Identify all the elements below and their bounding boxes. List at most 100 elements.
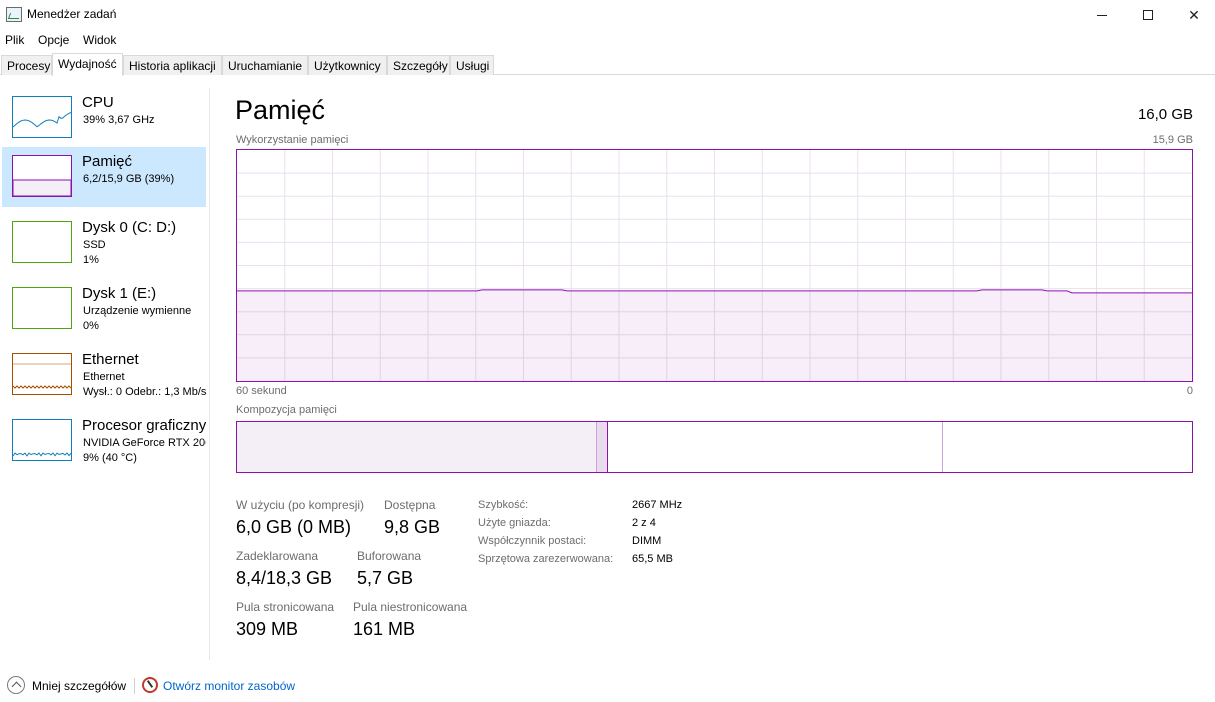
detail-form-factor-label: Współczynnik postaci:: [478, 535, 587, 547]
tab-processes[interactable]: Procesy: [1, 55, 52, 75]
sidebar-item-subtitle: SSD: [83, 239, 106, 251]
sidebar-item-title: Pamięć: [82, 153, 133, 170]
stat-label: Dostępna: [384, 498, 436, 512]
sidebar-item-disk-0[interactable]: Dysk 0 (C: D:) SSD 1%: [2, 213, 206, 273]
sidebar-item-value: 9% (40 °C): [83, 452, 137, 464]
stat-label: Pula niestronicowana: [353, 600, 468, 614]
thumbnail-fill: [13, 179, 71, 196]
memory-usage-graph: [236, 149, 1193, 382]
stat-value: 5,7 GB: [357, 568, 414, 588]
sidebar-item-subtitle: NVIDIA GeForce RTX 2060: [83, 437, 206, 449]
thumbnail-line: [13, 452, 71, 457]
thumbnail-line: [13, 385, 71, 389]
stat-label: Zadeklarowana: [236, 549, 319, 563]
memory-usage-plot: [237, 150, 1192, 381]
thumbnail-drawing: [13, 452, 71, 457]
open-resource-monitor-link[interactable]: Otwórz monitor zasobów: [163, 679, 295, 693]
maximize-icon: [1143, 10, 1153, 20]
stat-paged-pool: Pula stronicowana 309 MB: [236, 600, 334, 640]
sidebar-item-memory[interactable]: Pamięć 6,2/15,9 GB (39%): [2, 147, 206, 207]
minimize-icon: [1097, 14, 1107, 16]
sidebar-item-value: 0%: [83, 320, 99, 332]
fewer-details-button[interactable]: Mniej szczegółów: [32, 679, 126, 693]
disk-0-thumbnail-graph: [12, 221, 72, 263]
footer-divider: [134, 678, 135, 694]
detail-speed-value: 2667 MHz: [632, 499, 683, 511]
stat-available: Dostępna 9,8 GB: [384, 498, 440, 538]
stat-label: Buforowana: [357, 549, 422, 563]
sidebar-item-subtitle: Ethernet: [83, 371, 125, 383]
usage-area: [237, 289, 1192, 381]
tab-app-history[interactable]: Historia aplikacji: [123, 55, 222, 75]
sidebar-item-disk-1[interactable]: Dysk 1 (E:) Urządzenie wymienne 0%: [2, 279, 206, 339]
sidebar-item-value: 1%: [83, 254, 99, 266]
stat-label: W użyciu (po kompresji): [236, 498, 365, 512]
total-memory: 16,0 GB: [1137, 106, 1193, 123]
detail-slots-label: Użyte gniazda:: [478, 517, 551, 529]
graph-time-span: 60 sekund: [236, 385, 287, 397]
detail-reserved-label: Sprzętowa zarezerwowana:: [478, 553, 614, 565]
sidebar-item-title: Dysk 1 (E:): [82, 285, 157, 302]
stat-in-use: W użyciu (po kompresji) 6,0 GB (0 MB): [236, 498, 364, 538]
page-title: Pamięć: [235, 95, 326, 125]
resource-monitor-icon[interactable]: [142, 677, 158, 693]
composition-label: Kompozycja pamięci: [236, 404, 337, 416]
thumbnail-drawing: [13, 179, 71, 196]
detail-reserved-value: 65,5 MB: [632, 553, 673, 565]
tab-bar: Procesy Wydajność Historia aplikacji Uru…: [0, 53, 1215, 76]
stat-committed: Zadeklarowana 8,4/18,3 GB: [236, 549, 332, 589]
sidebar-item-title: Dysk 0 (C: D:): [82, 219, 177, 236]
disk-1-thumbnail-graph: [12, 287, 72, 329]
composition-standby-segment: [608, 422, 943, 472]
menu-view[interactable]: Widok: [83, 33, 116, 47]
thumbnail-drawing: [13, 363, 71, 389]
tab-services[interactable]: Usługi: [450, 55, 494, 75]
usage-graph-label: Wykorzystanie pamięci: [236, 134, 349, 146]
performance-sidebar: CPU 39% 3,67 GHz Pamięć 6,2/15,9 GB (39%…: [0, 88, 210, 660]
sidebar-item-ethernet[interactable]: Ethernet Ethernet Wysł.: 0 Odebr.: 1,3 M…: [2, 345, 206, 405]
close-button[interactable]: ✕: [1171, 0, 1215, 30]
sidebar-item-title: CPU: [82, 94, 114, 111]
stat-value: 309 MB: [236, 619, 299, 639]
sidebar-item-value: Wysł.: 0 Odebr.: 1,3 Mb/s: [83, 386, 206, 398]
sidebar-item-cpu[interactable]: CPU 39% 3,67 GHz: [2, 88, 206, 148]
stat-value: 8,4/18,3 GB: [236, 568, 333, 588]
sidebar-item-title: Procesor graficzny 0: [82, 417, 206, 434]
detail-slots-value: 2 z 4: [632, 517, 656, 529]
stat-value: 6,0 GB (0 MB): [236, 517, 352, 537]
tab-performance[interactable]: Wydajność: [52, 53, 123, 76]
menu-options[interactable]: Opcje: [38, 33, 69, 47]
thumbnail-line: [13, 111, 71, 128]
sidebar-item-subtitle: 6,2/15,9 GB (39%): [83, 173, 175, 185]
stat-cached: Buforowana 5,7 GB: [357, 549, 421, 589]
sidebar-item-subtitle: 39% 3,67 GHz: [83, 114, 155, 126]
tab-details[interactable]: Szczegóły: [387, 55, 450, 75]
close-icon: ✕: [1188, 6, 1200, 23]
usage-graph-max: 15,9 GB: [1152, 134, 1193, 146]
minimize-button[interactable]: [1079, 0, 1125, 30]
thumbnail-drawing: [13, 222, 71, 262]
cpu-thumbnail-graph: [12, 96, 72, 138]
sidebar-item-title: Ethernet: [82, 351, 139, 368]
title-bar: Menedżer zadań ✕: [0, 0, 1215, 30]
tab-users[interactable]: Użytkownicy: [308, 55, 387, 75]
sidebar-item-subtitle: Urządzenie wymienne: [83, 305, 192, 317]
gpu-thumbnail-graph: [12, 419, 72, 461]
chevron-up-icon[interactable]: [7, 676, 25, 694]
menu-file[interactable]: Plik: [5, 33, 24, 47]
tab-startup[interactable]: Uruchamianie: [222, 55, 308, 75]
thumbnail-drawing: [13, 288, 71, 328]
footer: Mniej szczegółów Otwórz monitor zasobów: [0, 672, 1215, 700]
ethernet-thumbnail-graph: [12, 353, 72, 395]
memory-thumbnail-graph: [12, 155, 72, 197]
maximize-button[interactable]: [1125, 0, 1171, 30]
thumbnail-drawing: [13, 111, 71, 128]
graph-time-end: 0: [1186, 385, 1193, 397]
sidebar-item-gpu-0[interactable]: Procesor graficzny 0 NVIDIA GeForce RTX …: [2, 411, 206, 471]
menu-bar: Plik Opcje Widok: [0, 30, 1215, 50]
window-title: Menedżer zadań: [27, 7, 117, 21]
memory-composition-bar: [236, 421, 1193, 473]
stat-value: 9,8 GB: [384, 517, 441, 537]
composition-in-use-segment: [237, 422, 598, 472]
stat-value: 161 MB: [353, 619, 416, 639]
